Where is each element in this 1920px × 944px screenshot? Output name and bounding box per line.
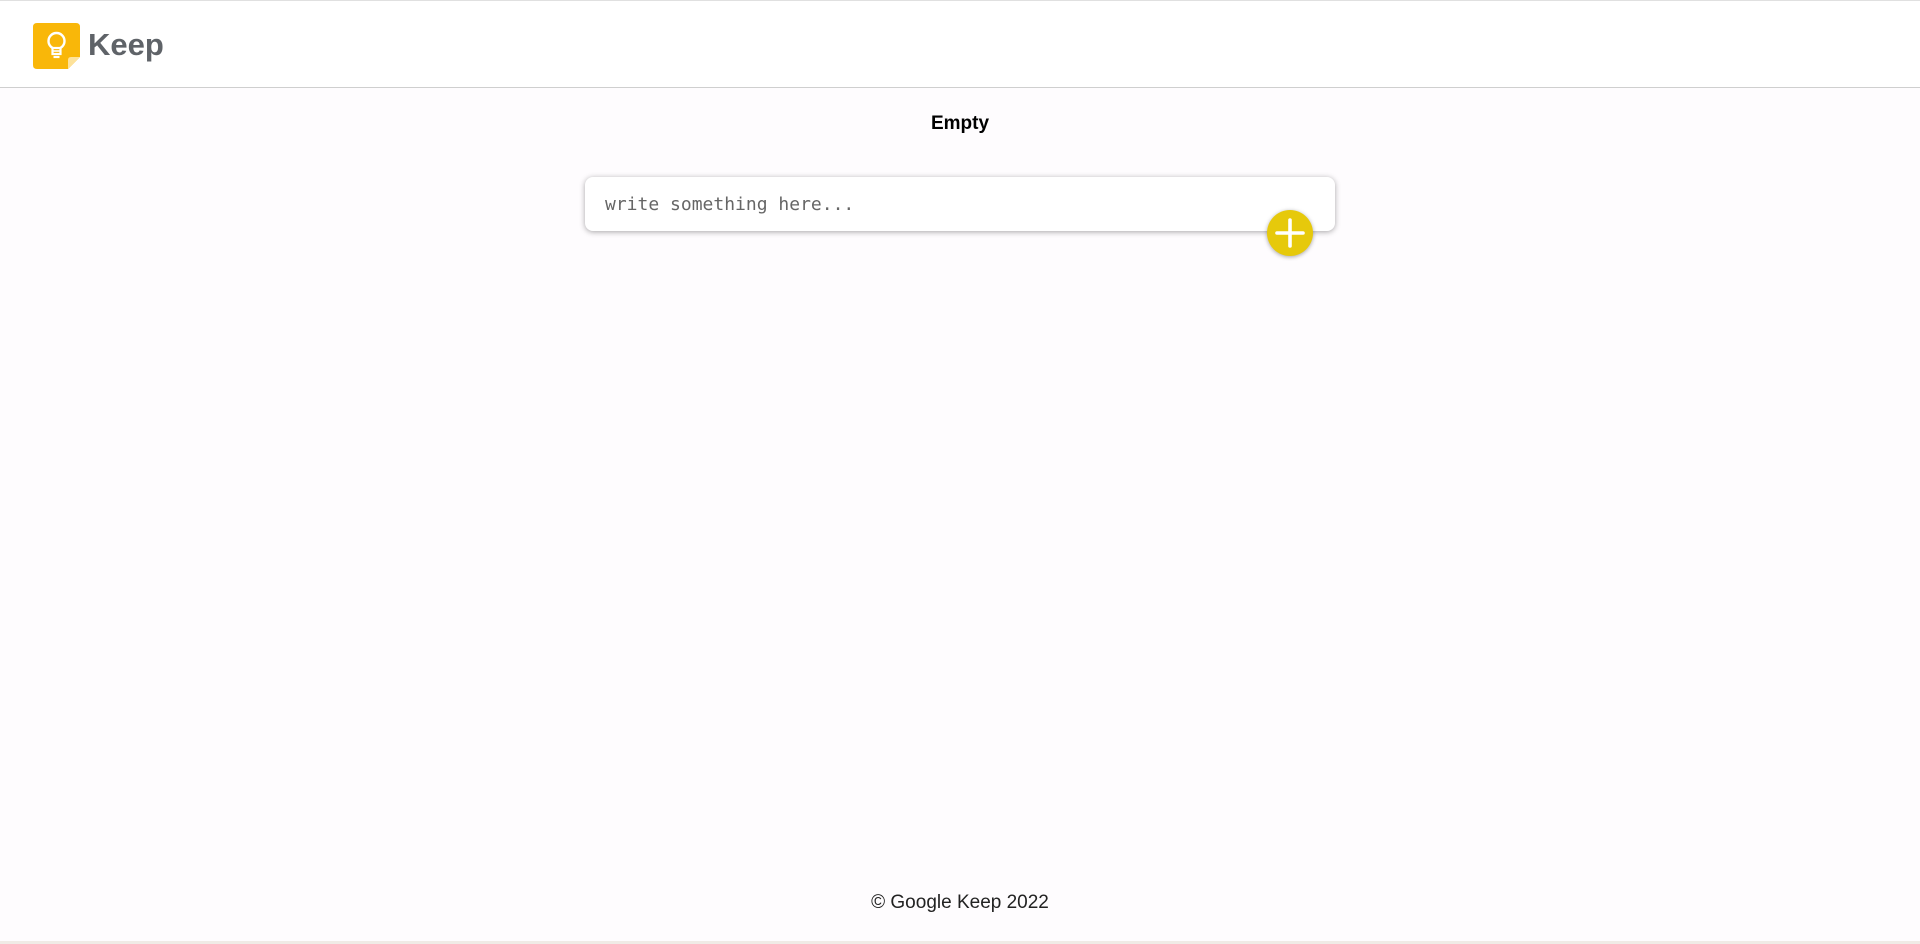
add-note-button[interactable] [1267,210,1313,256]
lightbulb-note-icon [33,23,80,69]
page-title: Empty [930,113,990,134]
app-title: Keep [88,27,164,62]
plus-icon [1267,210,1313,256]
app-header: Keep [0,0,1920,88]
note-input[interactable] [585,177,1335,231]
create-note-form [585,177,1335,231]
footer-copyright: © Google Keep 2022 [871,892,1049,913]
